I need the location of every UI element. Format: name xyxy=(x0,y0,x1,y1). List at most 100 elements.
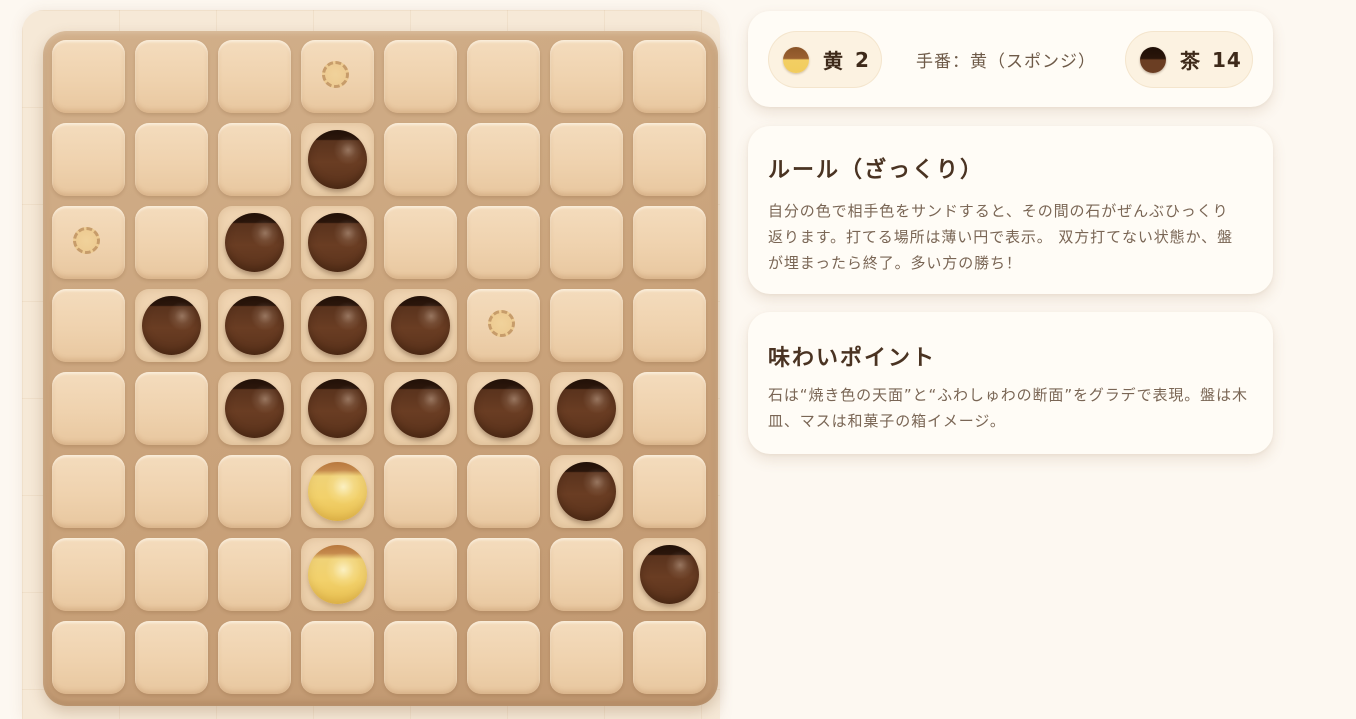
board-cell-r8c5[interactable] xyxy=(384,621,457,694)
board-cell-r8c4[interactable] xyxy=(301,621,374,694)
valid-move-hint xyxy=(322,61,349,88)
board-cell-r1c5[interactable] xyxy=(384,40,457,113)
board-cell-r1c2[interactable] xyxy=(135,40,208,113)
board-cell-r2c3[interactable] xyxy=(218,123,291,196)
board-cell-r2c6[interactable] xyxy=(467,123,540,196)
board-cell-r6c1[interactable] xyxy=(52,455,125,528)
board-cell-r7c5[interactable] xyxy=(384,538,457,611)
brown-piece xyxy=(557,379,616,438)
board-cell-r6c4[interactable] xyxy=(301,455,374,528)
tasting-points-text: 石は“焼き色の天面”と“ふわしゅわの断面”をグラデで表現。盤は木 皿、マスは和菓… xyxy=(768,386,1248,430)
board-cell-r5c6[interactable] xyxy=(467,372,540,445)
board-cell-r3c5[interactable] xyxy=(384,206,457,279)
board-cell-r3c3[interactable] xyxy=(218,206,291,279)
rules-card: ルール（ざっくり） 自分の色で相手色をサンドすると、その間の石がぜんぶひっくり … xyxy=(748,126,1273,294)
rules-title: ルール（ざっくり） xyxy=(768,158,985,183)
board-cell-r2c7[interactable] xyxy=(550,123,623,196)
board-cell-r7c3[interactable] xyxy=(218,538,291,611)
board-cell-r4c4[interactable] xyxy=(301,289,374,362)
board-cell-r6c8[interactable] xyxy=(633,455,706,528)
board-cell-r3c7[interactable] xyxy=(550,206,623,279)
board-cell-r8c6[interactable] xyxy=(467,621,540,694)
board-cell-r5c7[interactable] xyxy=(550,372,623,445)
brown-piece xyxy=(225,213,284,272)
board-cell-r3c4[interactable] xyxy=(301,206,374,279)
board-cell-r1c6[interactable] xyxy=(467,40,540,113)
brown-piece xyxy=(308,296,367,355)
yellow-piece xyxy=(308,545,367,604)
board-cell-r8c8[interactable] xyxy=(633,621,706,694)
board-cell-r7c8[interactable] xyxy=(633,538,706,611)
board-cell-r5c5[interactable] xyxy=(384,372,457,445)
board-cell-r2c4[interactable] xyxy=(301,123,374,196)
board-cell-r4c8[interactable] xyxy=(633,289,706,362)
board-cell-r6c3[interactable] xyxy=(218,455,291,528)
brown-piece xyxy=(308,213,367,272)
board-cell-r3c1[interactable] xyxy=(52,206,125,279)
board-cell-r5c2[interactable] xyxy=(135,372,208,445)
board-cell-r1c7[interactable] xyxy=(550,40,623,113)
brown-count: 14 xyxy=(1212,47,1242,72)
yellow-chip-icon xyxy=(783,46,809,73)
yellow-score: 黄 2 xyxy=(768,31,882,88)
board-cell-r7c4[interactable] xyxy=(301,538,374,611)
brown-piece xyxy=(557,462,616,521)
board-cell-r4c1[interactable] xyxy=(52,289,125,362)
board-cell-r6c5[interactable] xyxy=(384,455,457,528)
board-cell-r7c2[interactable] xyxy=(135,538,208,611)
brown-score: 茶 14 xyxy=(1125,31,1253,88)
board-cell-r5c3[interactable] xyxy=(218,372,291,445)
turn-indicator: 手番：黄（スポンジ） xyxy=(916,52,1096,72)
rules-text: 自分の色で相手色をサンドすると、その間の石がぜんぶひっくり 返ります。打てる場所… xyxy=(768,202,1233,272)
valid-move-hint xyxy=(488,310,515,337)
board-cell-r7c7[interactable] xyxy=(550,538,623,611)
board-cell-r8c7[interactable] xyxy=(550,621,623,694)
board-cell-r3c2[interactable] xyxy=(135,206,208,279)
board-cell-r6c2[interactable] xyxy=(135,455,208,528)
board-cell-r2c8[interactable] xyxy=(633,123,706,196)
board-cell-r3c8[interactable] xyxy=(633,206,706,279)
brown-piece xyxy=(474,379,533,438)
board-cell-r5c8[interactable] xyxy=(633,372,706,445)
board-cell-r2c1[interactable] xyxy=(52,123,125,196)
board-cell-r2c5[interactable] xyxy=(384,123,457,196)
brown-piece xyxy=(225,296,284,355)
yellow-count: 2 xyxy=(855,47,870,72)
brown-piece xyxy=(391,296,450,355)
board-cell-r8c3[interactable] xyxy=(218,621,291,694)
board-cell-r2c2[interactable] xyxy=(135,123,208,196)
board-cell-r7c6[interactable] xyxy=(467,538,540,611)
board-cell-r4c5[interactable] xyxy=(384,289,457,362)
board-cell-r4c2[interactable] xyxy=(135,289,208,362)
board-cell-r3c6[interactable] xyxy=(467,206,540,279)
brown-piece xyxy=(640,545,699,604)
board-cell-r6c7[interactable] xyxy=(550,455,623,528)
yellow-piece xyxy=(308,462,367,521)
board-cell-r7c1[interactable] xyxy=(52,538,125,611)
brown-piece xyxy=(308,379,367,438)
board-cell-r1c4[interactable] xyxy=(301,40,374,113)
board-cell-r8c1[interactable] xyxy=(52,621,125,694)
yellow-name: 黄 xyxy=(823,49,843,73)
brown-piece xyxy=(308,130,367,189)
scoreboard-card: 黄 2 手番：黄（スポンジ） 茶 14 xyxy=(748,11,1273,107)
brown-piece xyxy=(142,296,201,355)
tasting-points-title: 味わいポイント xyxy=(768,346,937,371)
tasting-points-card: 味わいポイント 石は“焼き色の天面”と“ふわしゅわの断面”をグラデで表現。盤は木… xyxy=(748,312,1273,454)
board-cell-r1c1[interactable] xyxy=(52,40,125,113)
brown-piece xyxy=(225,379,284,438)
brown-piece xyxy=(391,379,450,438)
board-cell-r1c3[interactable] xyxy=(218,40,291,113)
board-cell-r5c1[interactable] xyxy=(52,372,125,445)
board-cell-r5c4[interactable] xyxy=(301,372,374,445)
board-cell-r4c3[interactable] xyxy=(218,289,291,362)
board-cell-r1c8[interactable] xyxy=(633,40,706,113)
board-cell-r4c7[interactable] xyxy=(550,289,623,362)
board-cell-r8c2[interactable] xyxy=(135,621,208,694)
game-board xyxy=(52,40,716,704)
brown-name: 茶 xyxy=(1180,49,1200,73)
brown-chip-icon xyxy=(1140,46,1166,73)
board-cell-r4c6[interactable] xyxy=(467,289,540,362)
board-cell-r6c6[interactable] xyxy=(467,455,540,528)
valid-move-hint xyxy=(73,227,100,254)
